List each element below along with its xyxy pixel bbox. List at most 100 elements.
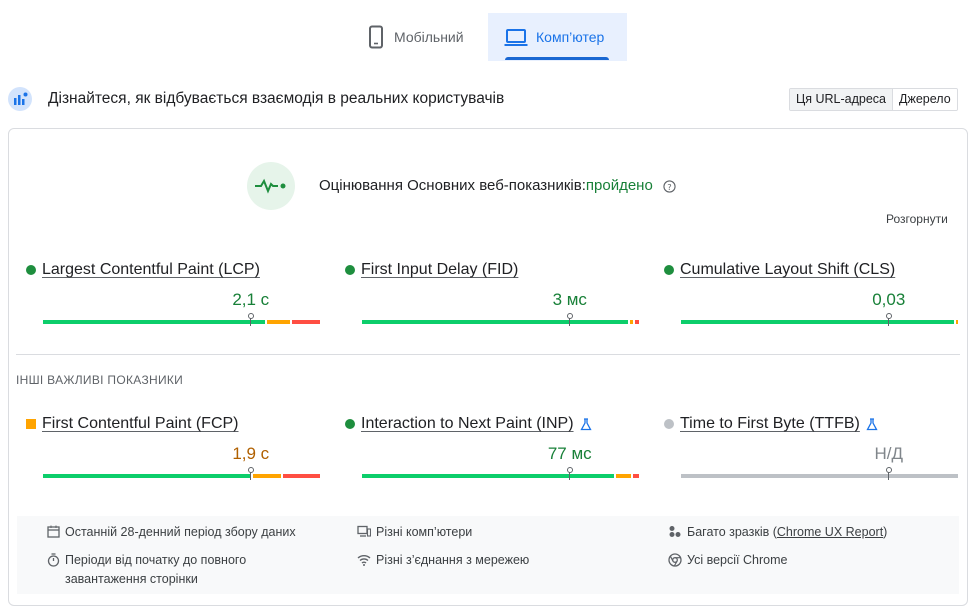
active-tab-indicator — [505, 57, 609, 60]
other-metrics-title: ІНШІ ВАЖЛИВІ ПОКАЗНИКИ — [16, 373, 184, 387]
status-dot — [26, 265, 36, 275]
metric-value: 1,9 с — [232, 444, 270, 463]
percentile-marker-line — [250, 318, 252, 326]
distribution-bar — [681, 474, 958, 478]
good-segment — [43, 474, 251, 478]
percentile-marker-line — [569, 318, 571, 326]
needs-improvement-segment — [252, 474, 282, 478]
needs-improvement-segment — [629, 320, 634, 324]
footer-devices: Різні комп’ютери — [357, 523, 472, 542]
metric-fcp: First Contentful Paint (FCP) 1,9 с — [26, 414, 326, 480]
metric-name-link[interactable]: Largest Contentful Paint (LCP) — [42, 261, 260, 279]
distribution-bar — [362, 474, 639, 478]
footer-samples: Багато зразків (Chrome UX Report) — [668, 523, 887, 542]
devices-icon — [357, 525, 371, 537]
good-segment — [362, 320, 628, 324]
good-segment — [681, 320, 954, 324]
samples-suffix: ) — [883, 525, 888, 539]
footer-devices-text: Різні комп’ютери — [376, 525, 473, 539]
cwv-assessment-result: пройдено — [585, 177, 653, 194]
needs-improvement-segment — [616, 474, 631, 478]
metric-value: 2,1 с — [232, 290, 270, 309]
section-divider — [16, 354, 960, 355]
poor-segment — [291, 320, 320, 324]
distribution-bar — [362, 320, 639, 324]
footer-chrome-text: Усі версії Chrome — [687, 553, 788, 567]
expand-button[interactable]: Розгорнути — [886, 212, 948, 226]
percentile-marker — [566, 467, 573, 473]
metric-name-link[interactable]: Time to First Byte (TTFB) — [680, 415, 860, 433]
metric-lcp: Largest Contentful Paint (LCP) 2,1 с — [26, 260, 326, 326]
good-segment — [43, 320, 265, 324]
metric-value: 0,03 — [872, 290, 906, 309]
good-segment — [362, 474, 615, 478]
status-dot — [345, 265, 355, 275]
metric-ttfb: Time to First Byte (TTFB) Н/Д — [664, 414, 964, 480]
footer-network-text: Різні з’єднання з мережею — [376, 553, 530, 567]
experimental-flask-icon — [579, 417, 592, 430]
wifi-icon — [357, 555, 371, 566]
footer-period: Останній 28-денний період збору даних — [47, 523, 296, 542]
percentile-marker-line — [888, 318, 890, 326]
percentile-marker — [247, 467, 254, 473]
chrome-ux-report-link[interactable]: Chrome UX Report — [777, 525, 883, 539]
metric-value: 3 мс — [552, 290, 587, 309]
metric-cls: Cumulative Layout Shift (CLS) 0,03 — [664, 260, 964, 326]
metric-name-link[interactable]: First Input Delay (FID) — [361, 261, 518, 279]
percentile-marker — [247, 313, 254, 319]
svg-text:?: ? — [667, 181, 671, 191]
metric-name-link[interactable]: Cumulative Layout Shift (CLS) — [680, 261, 895, 279]
this-url-button[interactable]: Ця URL-адреса — [790, 89, 894, 110]
tab-desktop[interactable]: Комп’ютер — [488, 13, 627, 61]
origin-button[interactable]: Джерело — [893, 89, 957, 110]
footer-period-text: Останній 28-денний період збору даних — [65, 525, 296, 539]
metric-inp: Interaction to Next Paint (INP) 77 мс — [345, 414, 645, 480]
pulse-icon — [255, 178, 286, 194]
metric-name-link[interactable]: Interaction to Next Paint (INP) — [361, 415, 574, 433]
poor-segment — [632, 474, 639, 478]
footer-chrome: Усі версії Chrome — [668, 551, 787, 570]
percentile-marker-line — [250, 472, 252, 480]
tab-mobile-label: Мобільний — [394, 29, 464, 45]
distribution-bar — [43, 320, 320, 324]
percentile-marker-line — [569, 472, 571, 480]
help-icon[interactable]: ? — [663, 179, 676, 193]
status-square — [26, 419, 36, 429]
needs-improvement-segment — [955, 320, 958, 324]
metric-fid: First Input Delay (FID) 3 мс — [345, 260, 645, 326]
tab-mobile[interactable]: Мобільний — [360, 13, 488, 61]
tab-desktop-label: Комп’ютер — [536, 29, 605, 45]
metric-name-link[interactable]: First Contentful Paint (FCP) — [42, 415, 239, 433]
percentile-marker — [885, 313, 892, 319]
footer-samples-text: Багато зразків (Chrome UX Report) — [687, 523, 887, 542]
samples-icon — [669, 526, 681, 537]
footer-load: Періоди від початку до повного завантаже… — [47, 551, 287, 589]
url-origin-toggle: Ця URL-адреса Джерело — [789, 88, 958, 111]
chrome-icon — [668, 553, 682, 567]
timer-icon — [47, 553, 60, 567]
crux-users-icon — [8, 87, 32, 111]
samples-prefix: Багато зразків ( — [687, 525, 777, 539]
field-data-heading: Дізнайтеся, як відбувається взаємодія в … — [48, 90, 505, 107]
field-data-footer: Останній 28-денний період збору даних Рі… — [17, 516, 959, 594]
smartphone-icon — [369, 25, 383, 49]
metric-value: Н/Д — [874, 444, 903, 463]
cwv-assessment-badge — [247, 162, 295, 210]
needs-improvement-segment — [266, 320, 290, 324]
percentile-marker — [885, 467, 892, 473]
status-dot — [345, 419, 355, 429]
footer-network: Різні з’єднання з мережею — [357, 551, 529, 570]
percentile-marker-line — [888, 472, 890, 480]
percentile-marker — [566, 313, 573, 319]
cwv-assessment: Оцінювання Основних веб-показників:пройд… — [319, 177, 676, 194]
laptop-icon — [504, 29, 528, 46]
poor-segment — [635, 320, 639, 324]
calendar-icon — [47, 525, 60, 538]
good-segment — [681, 474, 958, 478]
footer-load-text: Періоди від початку до повного завантаже… — [65, 553, 247, 586]
poor-segment — [283, 474, 320, 478]
metric-value: 77 мс — [547, 444, 592, 463]
cwv-assessment-label: Оцінювання Основних веб-показників: — [319, 177, 586, 194]
distribution-bar — [681, 320, 958, 324]
status-dot — [664, 265, 674, 275]
